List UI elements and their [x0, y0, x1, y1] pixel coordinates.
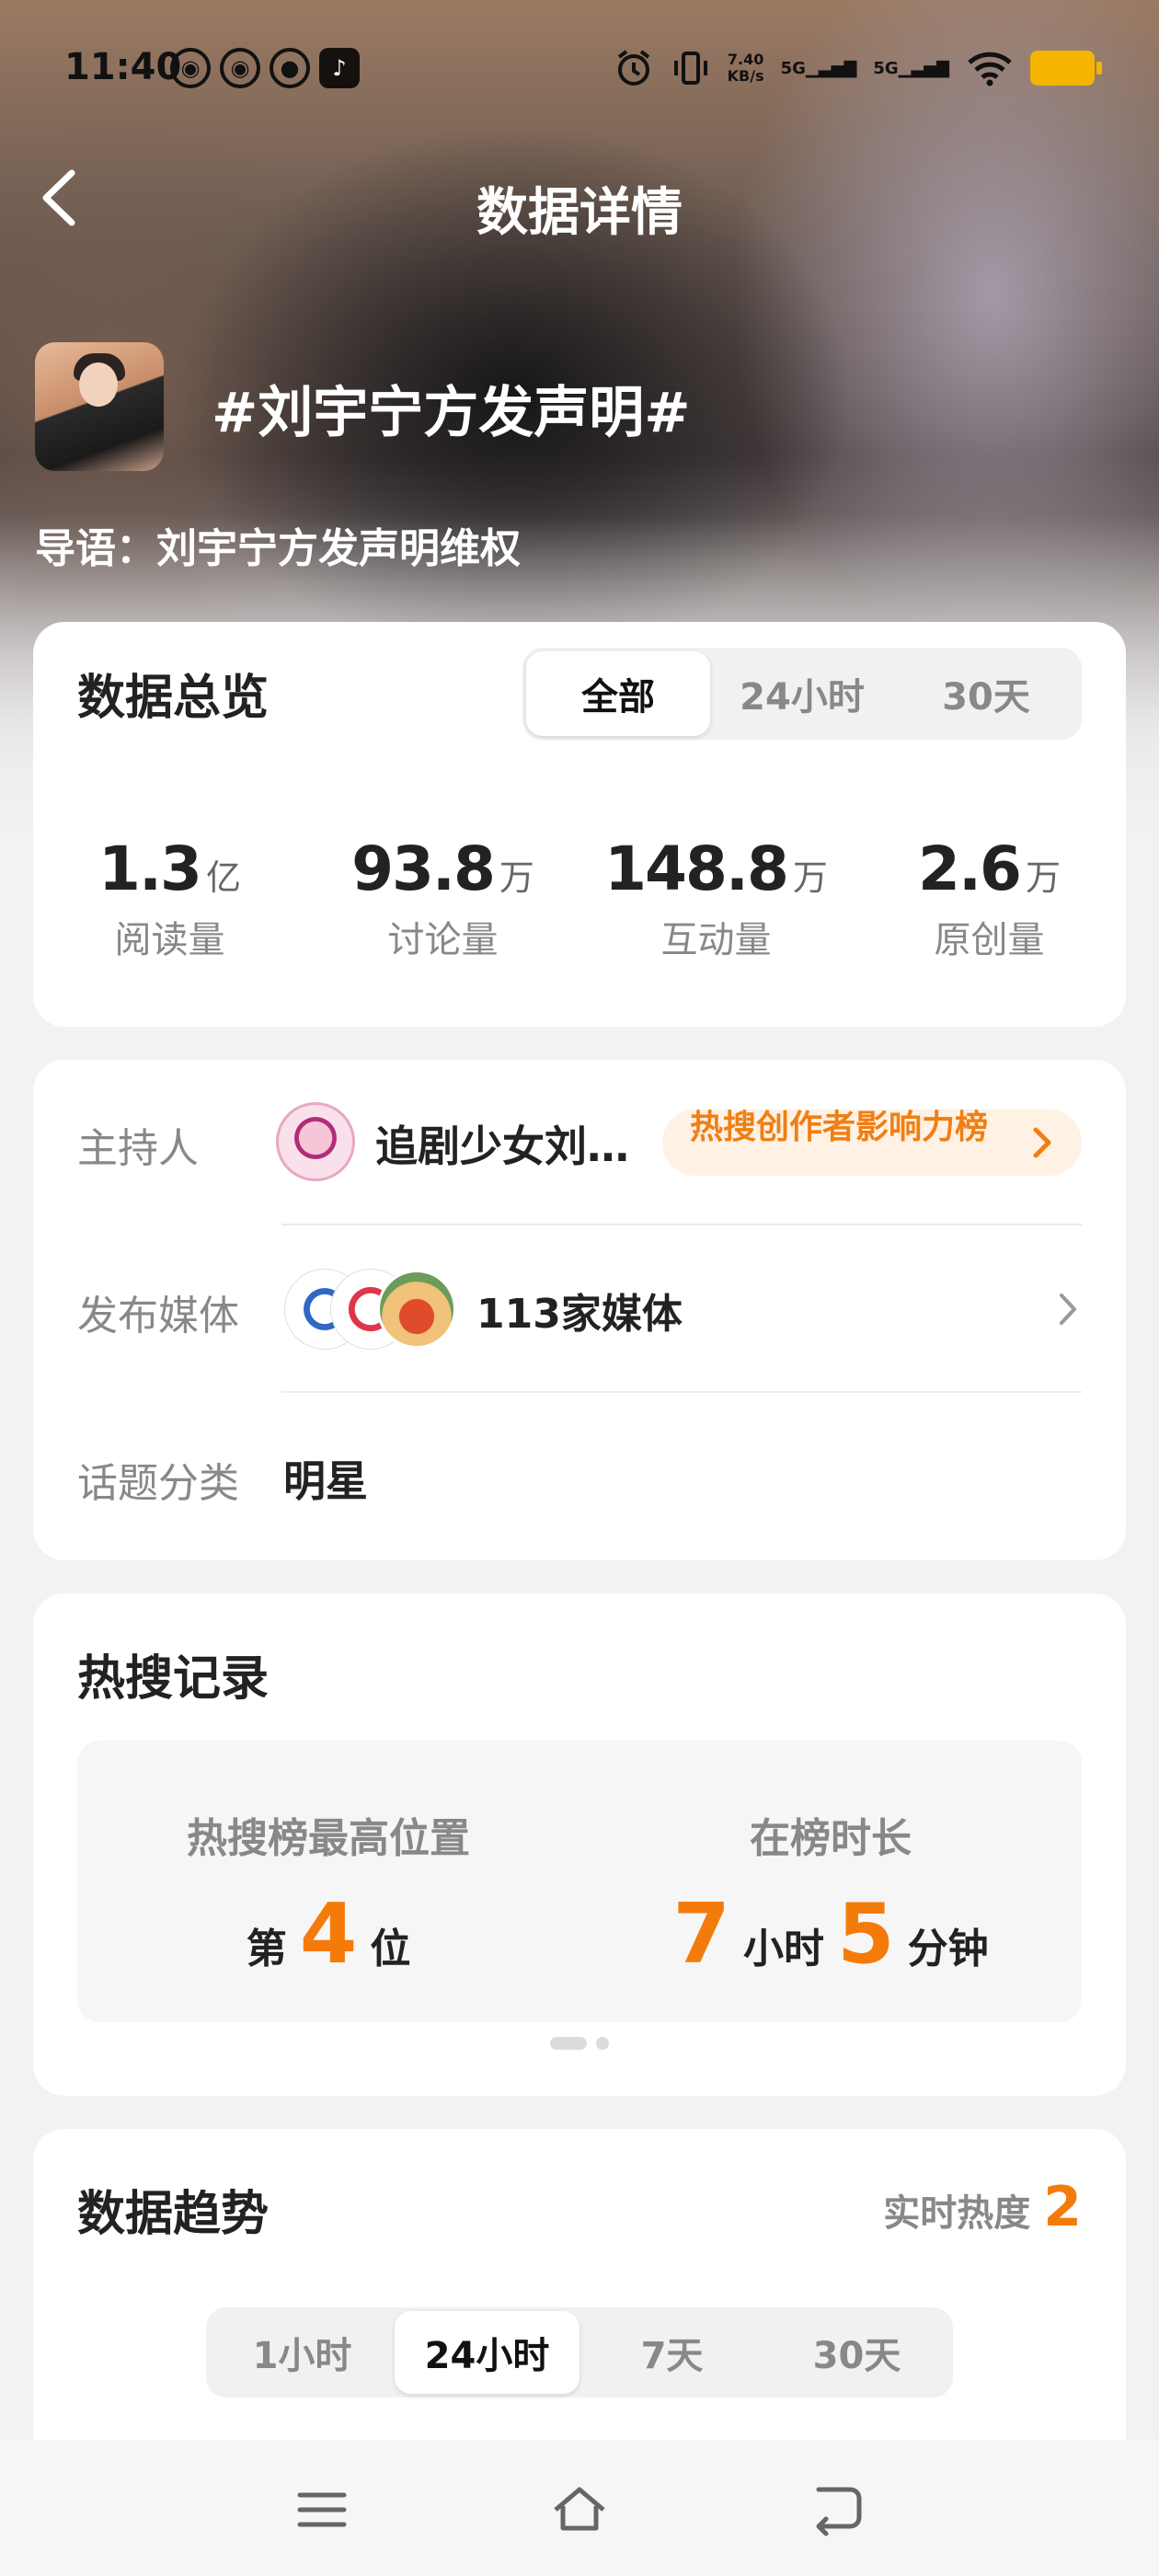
hot-search-card: 热搜记录 热搜榜最高位置 第 4 位 在榜时长 7 小时 5 分钟 [33, 1593, 1126, 2096]
host-row: 主持人 追剧少女刘… 热搜创作者影响力榜 [33, 1060, 1126, 1225]
battery-icon [1030, 51, 1102, 86]
media-count: 113家媒体 [476, 1291, 683, 1338]
media-logos [285, 1270, 456, 1349]
vibrate-icon [673, 52, 707, 85]
page-indicator [550, 2037, 609, 2050]
realtime-heat: 实时热度 2 [883, 2175, 1082, 2239]
hot-search-title: 热搜记录 [77, 1651, 270, 1707]
signal-5g-1: 5G▁▃▅▇ [780, 58, 857, 78]
creator-rank-link[interactable]: 热搜创作者影响力榜 [662, 1110, 1082, 1176]
wechat-icon: ● [270, 48, 310, 88]
category-label: 话题分类 [77, 1460, 239, 1507]
alarm-icon [617, 50, 649, 86]
stat-originals: 2.6 万 原创量 [918, 834, 1061, 961]
tab-1h[interactable]: 1小时 [210, 2311, 395, 2394]
stat-reads: 1.3 亿 阅读量 [98, 834, 241, 961]
overview-period-tabs: 全部 24小时 30天 [522, 648, 1082, 740]
tab-24h[interactable]: 24小时 [395, 2311, 580, 2394]
status-bar: 11:40 ◉ ◉ ● ♪ 7.40 KB/s 5G▁▃▅▇ 5G▁▃▅▇ [0, 37, 1159, 110]
chevron-right-icon [1033, 1127, 1051, 1158]
tab-all[interactable]: 全部 [526, 651, 710, 736]
weibo-icon: ◉ [170, 48, 211, 88]
tab-30d[interactable]: 30天 [764, 2311, 949, 2394]
trend-period-tabs: 1小时 24小时 7天 30天 [206, 2307, 953, 2398]
weibo-icon: ◉ [220, 48, 260, 88]
menu-icon[interactable] [294, 2482, 350, 2537]
overview-card: 数据总览 全部 24小时 30天 1.3 亿 阅读量 93.8 万 讨论量 148.… [33, 622, 1126, 1027]
hot-search-record[interactable]: 热搜榜最高位置 第 4 位 在榜时长 7 小时 5 分钟 [77, 1741, 1082, 2022]
wifi-icon [968, 52, 1012, 86]
signal-5g-2: 5G▁▃▅▇ [873, 58, 949, 78]
host-avatar[interactable] [276, 1102, 355, 1181]
trend-title: 数据趋势 [77, 2187, 270, 2242]
back-icon[interactable] [809, 2482, 865, 2537]
overview-title: 数据总览 [77, 671, 270, 726]
host-name[interactable]: 追剧少女刘… [375, 1113, 629, 1174]
page-dot-active [550, 2037, 587, 2050]
media-label: 发布媒体 [77, 1293, 239, 1340]
page-dot [596, 2037, 609, 2050]
tiktok-icon: ♪ [319, 48, 360, 88]
home-icon[interactable] [552, 2482, 607, 2537]
topic-intro: 导语：刘宇宁方发声明维权 [35, 525, 521, 572]
stat-discussions: 93.8 万 讨论量 [351, 834, 534, 961]
topic-cover-image [35, 342, 164, 471]
category-row: 话题分类 明星 [33, 1395, 1126, 1560]
system-nav-bar [0, 2440, 1159, 2576]
media-row[interactable]: 发布媒体 113家媒体 [33, 1227, 1126, 1393]
max-position: 热搜榜最高位置 第 4 位 [187, 1815, 470, 1983]
tab-30d[interactable]: 30天 [894, 651, 1078, 736]
overview-stats: 1.3 亿 阅读量 93.8 万 讨论量 148.8 万 互动量 2.6 万 原创量 [33, 834, 1126, 963]
topic-info-card: 主持人 追剧少女刘… 热搜创作者影响力榜 发布媒体 113家媒体 话题分类 明星 [33, 1060, 1126, 1560]
media-logo [377, 1270, 456, 1349]
stat-interactions: 148.8 万 互动量 [604, 834, 828, 961]
tab-24h[interactable]: 24小时 [710, 651, 894, 736]
topic-title: #刘宇宁方发声明# [212, 381, 691, 445]
host-label: 主持人 [77, 1125, 199, 1172]
on-list-duration: 在榜时长 7 小时 5 分钟 [672, 1815, 989, 1983]
net-speed: 7.40 KB/s [727, 51, 764, 85]
status-time: 11:40 [64, 46, 182, 88]
chevron-right-icon [1060, 1294, 1076, 1325]
tab-7d[interactable]: 7天 [580, 2311, 764, 2394]
page-title: 数据详情 [476, 183, 683, 243]
creator-rank-label: 热搜创作者影响力榜 [690, 1109, 989, 1146]
category-value: 明星 [283, 1456, 368, 1506]
